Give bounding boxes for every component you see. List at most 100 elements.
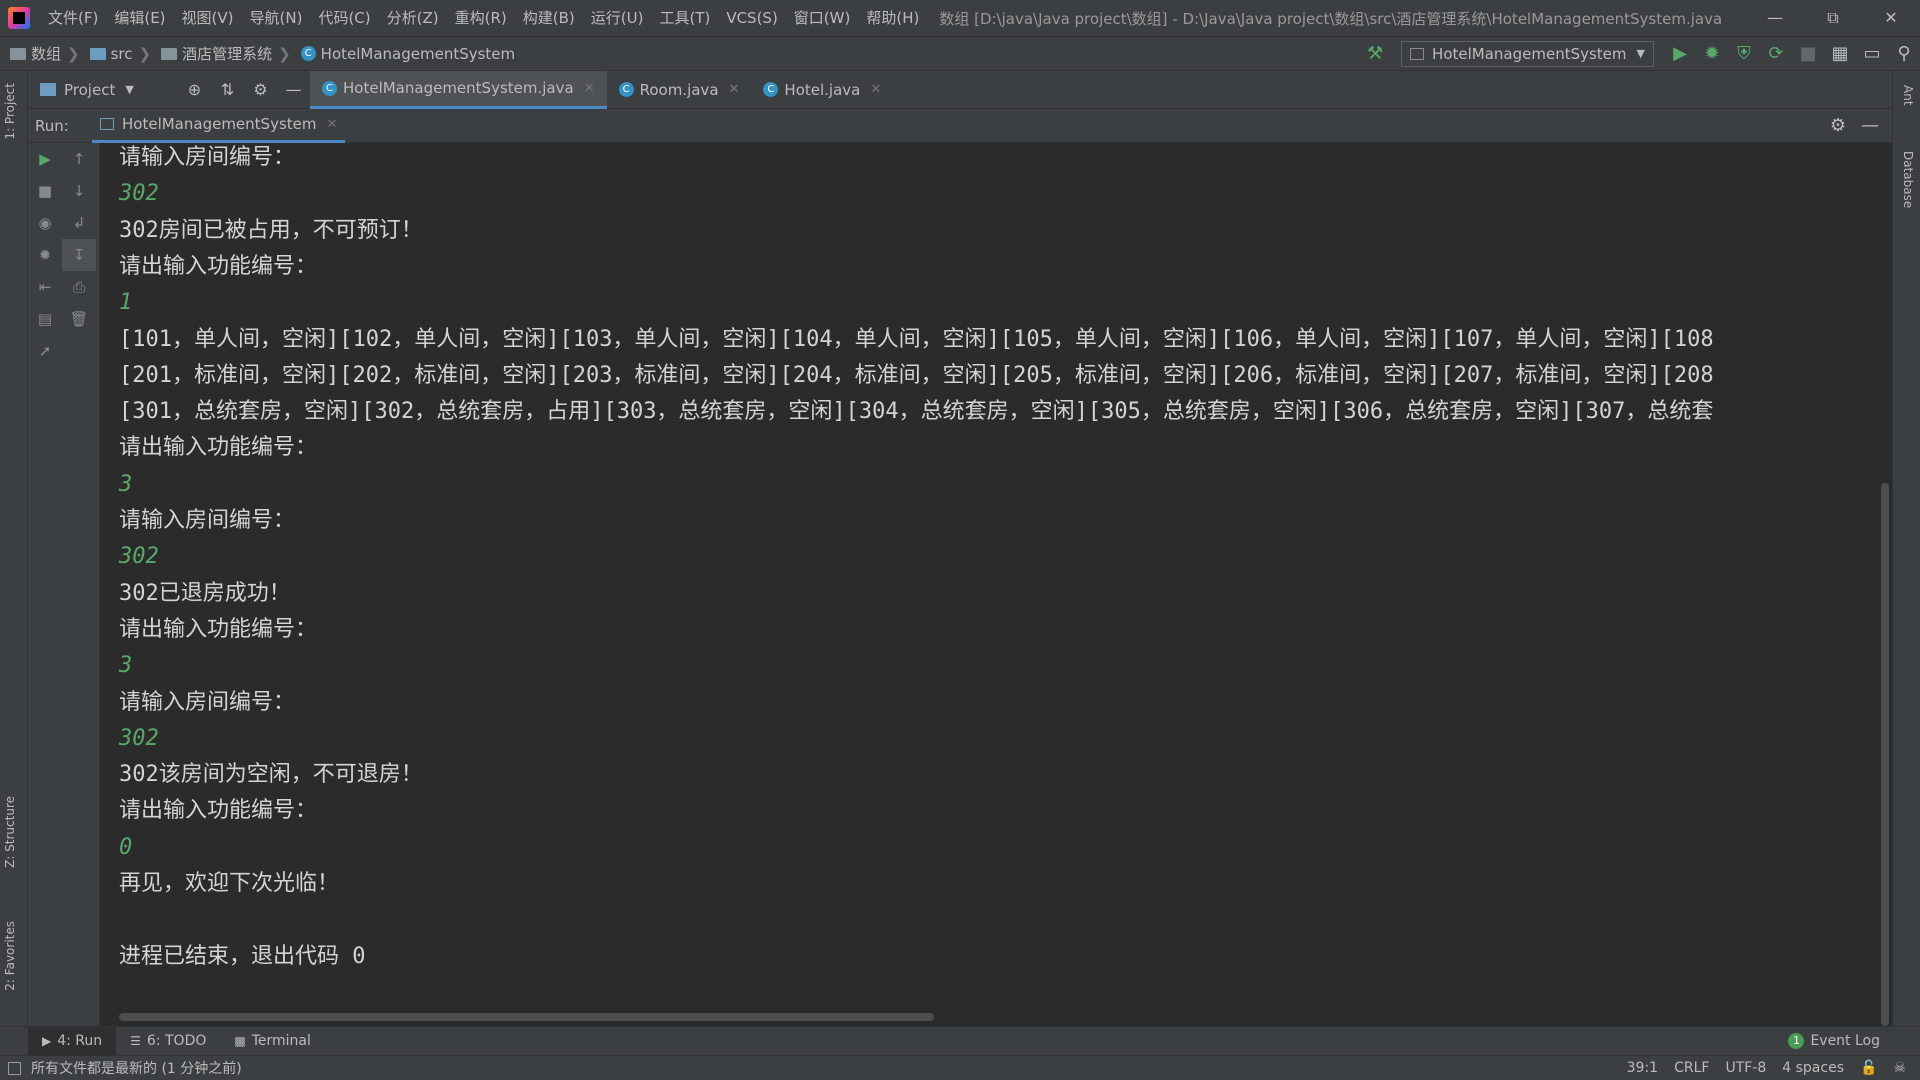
project-view-label: Project [64, 80, 116, 99]
run-configuration-select[interactable]: HotelManagementSystem ▼ [1401, 40, 1654, 67]
breadcrumb-label: 酒店管理系统 [182, 45, 273, 63]
minimize-icon[interactable]: — [1746, 0, 1804, 36]
console-output[interactable]: 请输入房间编号： 302 302房间已被占用，不可预订！ 请出输入功能编号： 1 [101… [101, 143, 1891, 1026]
rerun-icon[interactable]: ▶ [28, 143, 62, 175]
menu-edit[interactable]: 编辑(E) [106, 0, 173, 36]
right-tool-stripe: Ant Database [1892, 71, 1920, 1055]
console-output-line: 请出输入功能编号： [119, 253, 318, 279]
menu-view[interactable]: 视图(V) [174, 0, 242, 36]
project-tool-tab[interactable]: 1: Project [3, 83, 17, 140]
up-arrow-icon[interactable]: ↑ [62, 143, 96, 175]
menu-navigate[interactable]: 导航(N) [242, 0, 311, 36]
menu-file[interactable]: 文件(F) [40, 0, 106, 36]
tab-hotelmanagementsystem-java[interactable]: C HotelManagementSystem.java ✕ [310, 70, 607, 109]
layout-icon[interactable]: ▤ [28, 303, 62, 335]
profile-icon[interactable]: ⟳ [1760, 40, 1792, 68]
menu-refactor[interactable]: 重构(R) [447, 0, 515, 36]
collapse-all-icon[interactable]: ⇅ [211, 80, 244, 99]
camera-icon[interactable]: ◉ [28, 207, 62, 239]
menu-vcs[interactable]: VCS(S) [718, 0, 785, 36]
menu-help[interactable]: 帮助(H) [858, 0, 927, 36]
window-title: 数组 [D:\java\Java project\数组] - D:\Java\J… [939, 9, 1723, 28]
navigation-bar: 数组 ❯ src ❯ 酒店管理系统 ❯ C HotelManagementSys… [0, 36, 1920, 71]
console-output-line: 请出输入功能编号： [119, 435, 318, 461]
source-folder-icon [89, 47, 106, 60]
close-tab-icon[interactable]: ✕ [729, 82, 740, 97]
menu-tools[interactable]: 工具(T) [651, 0, 718, 36]
scroll-to-end-icon[interactable]: ↧ [62, 239, 96, 271]
close-run-tab-icon[interactable]: ✕ [326, 117, 337, 132]
locate-icon[interactable]: ⊕ [178, 80, 211, 99]
database-tool-tab[interactable]: Database [1901, 151, 1915, 208]
print-icon[interactable]: ⎙ [62, 271, 96, 303]
coverage-icon[interactable]: ⛨ [1728, 40, 1760, 68]
chevron-down-icon: ▼ [1636, 47, 1645, 60]
project-view-dropdown[interactable]: Project ▼ [28, 81, 178, 99]
java-class-icon: C [763, 82, 779, 97]
indent-setting[interactable]: 4 spaces [1774, 1060, 1852, 1076]
vertical-scrollbar[interactable] [1881, 483, 1889, 1026]
menu-code[interactable]: 代码(C) [310, 0, 378, 36]
menu-window[interactable]: 窗口(W) [786, 0, 859, 36]
exit-icon[interactable]: ⇤ [28, 271, 62, 303]
console-output-line: 进程已结束，退出代码 0 [119, 943, 366, 969]
debug-icon[interactable]: ✹ [1696, 40, 1728, 68]
tab-room-java[interactable]: C Room.java ✕ [607, 71, 752, 109]
lock-icon[interactable]: 🔓 [1852, 1060, 1885, 1076]
close-tab-icon[interactable]: ✕ [870, 82, 881, 97]
file-encoding[interactable]: UTF-8 [1717, 1060, 1774, 1076]
run-icon[interactable]: ▶ [1664, 40, 1696, 68]
tab-hotel-java[interactable]: C Hotel.java ✕ [751, 71, 893, 109]
hide-icon[interactable]: — [277, 80, 310, 99]
menu-run[interactable]: 运行(U) [583, 0, 652, 36]
favorites-tool-tab[interactable]: 2: Favorites [3, 921, 17, 991]
stop-icon[interactable]: ■ [1792, 40, 1824, 68]
application-config-icon [1410, 47, 1425, 60]
left-tool-stripe: 1: Project Z: Structure 2: Favorites [0, 71, 28, 1055]
caret-position[interactable]: 39:1 [1619, 1060, 1666, 1076]
breadcrumb-class[interactable]: C HotelManagementSystem [291, 45, 515, 63]
tab-run[interactable]: ▶ 4: Run [28, 1026, 117, 1056]
console-output-line: 请输入房间编号： [119, 689, 296, 715]
soft-wrap-icon[interactable]: ↲ [62, 207, 96, 239]
inspector-icon[interactable]: ☠ [1885, 1060, 1914, 1076]
hide-panel-icon[interactable]: — [1854, 112, 1886, 140]
pin-icon[interactable]: ➚ [28, 335, 62, 367]
java-class-icon: C [618, 82, 634, 97]
ant-tool-tab[interactable]: Ant [1901, 85, 1915, 106]
menu-analyze[interactable]: 分析(Z) [379, 0, 447, 36]
console-output-line: 302已退房成功！ [119, 580, 291, 606]
run-tab-hotelmanagementsystem[interactable]: HotelManagementSystem ✕ [92, 109, 346, 143]
console-output-line: 302房间已被占用，不可预订！ [119, 217, 423, 243]
console-output-line: 请出输入功能编号： [119, 798, 318, 824]
breadcrumb-label: HotelManagementSystem [320, 44, 516, 63]
horizontal-scrollbar[interactable] [119, 1013, 934, 1021]
stop-icon[interactable]: ■ [28, 175, 62, 207]
restore-icon[interactable]: ⧉ [1804, 0, 1862, 36]
project-structure-icon[interactable]: ▦ [1824, 40, 1856, 68]
tab-terminal[interactable]: ▩ Terminal [220, 1027, 325, 1056]
event-log-button[interactable]: 1 Event Log [1788, 1033, 1920, 1049]
breadcrumb-src[interactable]: src ❯ [80, 45, 151, 63]
down-arrow-icon[interactable]: ↓ [62, 175, 96, 207]
build-hammer-icon[interactable]: ⚒ [1359, 40, 1391, 68]
chevron-right-icon: ❯ [278, 44, 291, 63]
presentation-mode-icon[interactable]: ▭ [1856, 40, 1888, 68]
console-input-line: 3 [119, 653, 133, 679]
trash-icon[interactable]: 🗑 [62, 303, 96, 335]
line-separator[interactable]: CRLF [1666, 1060, 1717, 1076]
tool-windows-toggle-icon[interactable] [8, 1061, 21, 1075]
breadcrumb-package[interactable]: 酒店管理系统 ❯ [151, 43, 291, 64]
structure-tool-tab[interactable]: Z: Structure [3, 796, 17, 868]
menu-build[interactable]: 构建(B) [515, 0, 583, 36]
close-window-icon[interactable]: ✕ [1862, 0, 1920, 36]
debug-bug-icon[interactable]: ✹ [28, 239, 62, 271]
gear-icon[interactable]: ⚙ [244, 80, 277, 99]
search-everywhere-icon[interactable]: ⚲ [1888, 40, 1920, 68]
console-output-line: 请输入房间编号： [119, 145, 296, 170]
close-tab-icon[interactable]: ✕ [584, 81, 595, 96]
event-log-label: Event Log [1810, 1033, 1880, 1049]
breadcrumb-project[interactable]: 数组 ❯ [0, 43, 80, 64]
tab-todo[interactable]: ☰ 6: TODO [116, 1027, 220, 1056]
gear-icon[interactable]: ⚙ [1822, 112, 1854, 140]
